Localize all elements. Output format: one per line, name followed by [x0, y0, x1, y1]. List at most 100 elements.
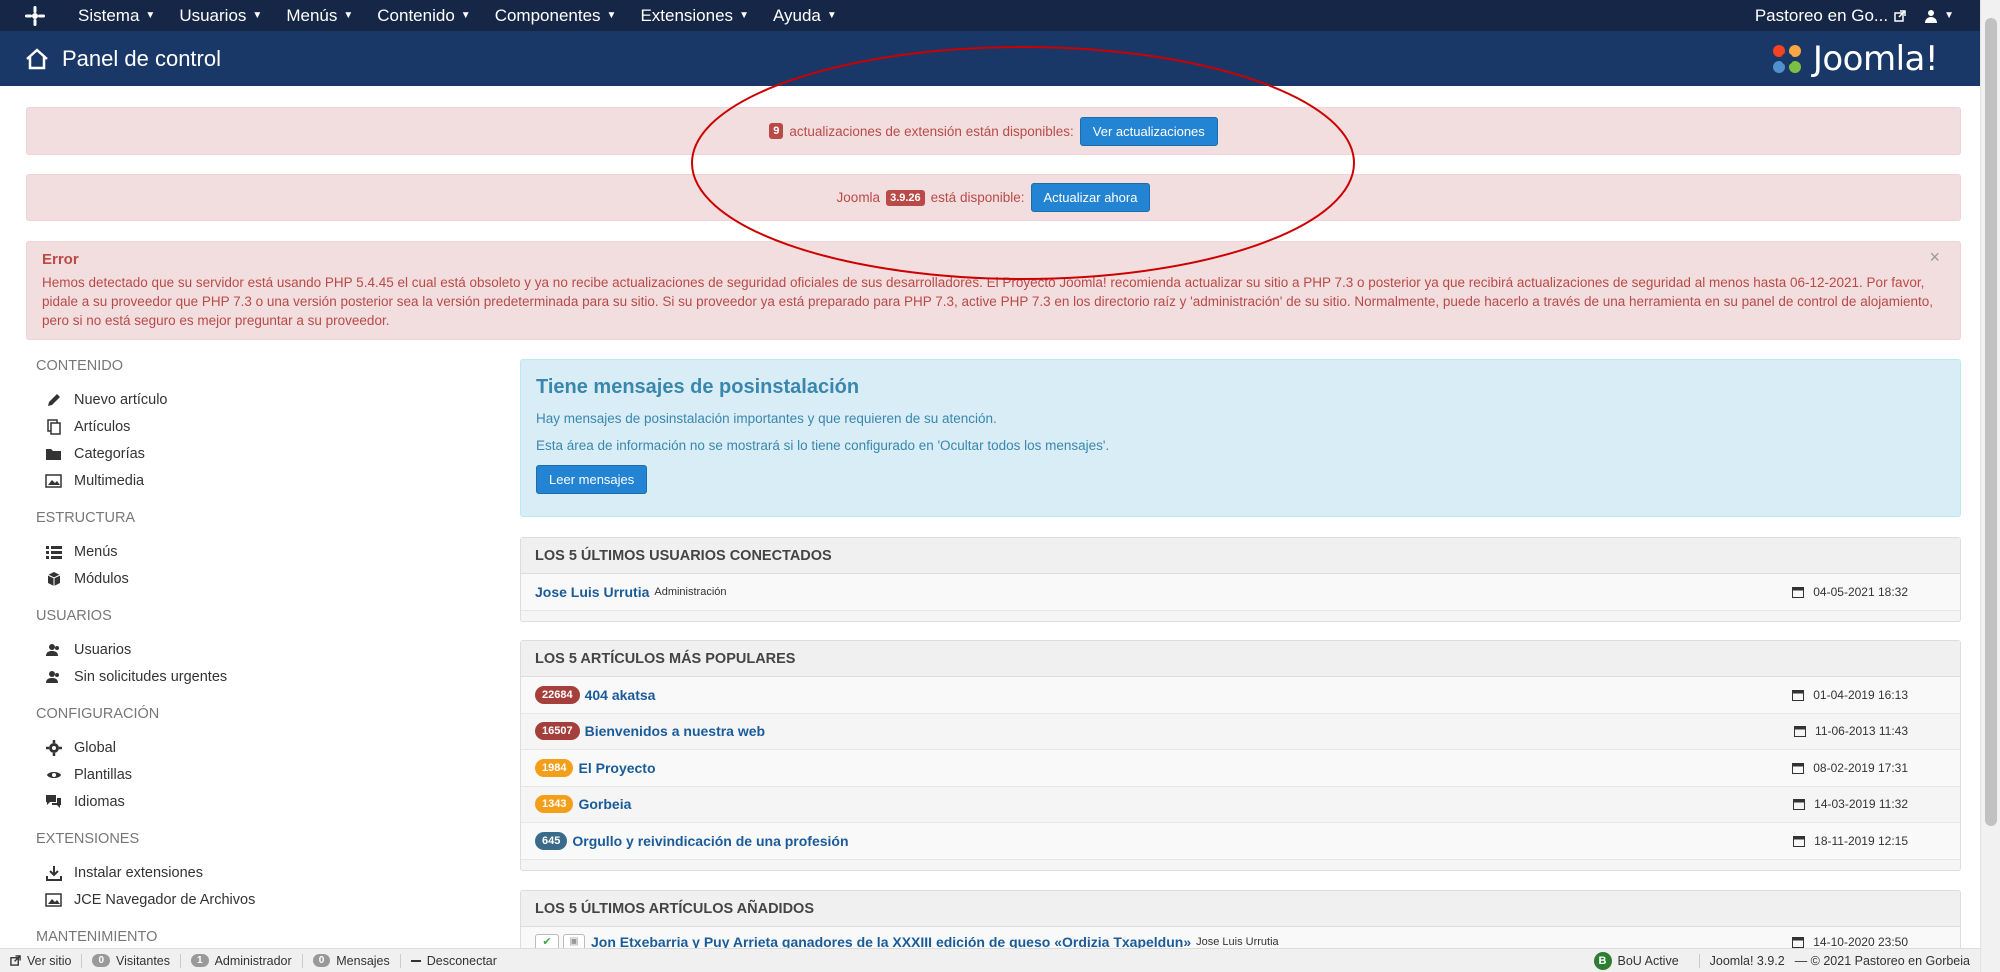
view-updates-button[interactable]: Ver actualizaciones [1079, 116, 1218, 146]
sidebar-item-label: Nuevo artículo [74, 391, 168, 408]
article-link[interactable]: El Proyecto [578, 760, 655, 776]
bou-status[interactable]: B BoU Active [1584, 951, 1689, 970]
sidebar-item-plantillas[interactable]: Plantillas [36, 761, 466, 788]
menu-label: Ayuda [772, 5, 821, 25]
calendar-icon [1792, 762, 1805, 774]
visitors-link[interactable]: 0 Visitantes [82, 954, 180, 968]
caret-down-icon: ▼ [739, 10, 749, 21]
user-name-link[interactable]: Jose Luis Urrutia [535, 584, 649, 600]
logout-label: Desconectar [426, 953, 497, 968]
sidebar-item-label: Multimedia [74, 472, 145, 489]
sidebar-section-mantenimiento: MANTENIMIENTO [36, 929, 466, 945]
table-row: 1984 El Proyecto 08-02-2019 17:31 [521, 750, 1960, 787]
table-row: Jose Luis Urrutia Administración 04-05-2… [521, 574, 1960, 611]
menu-ayuda[interactable]: Ayuda ▼ [761, 6, 849, 26]
article-link[interactable]: Gorbeia [578, 796, 631, 812]
article-link[interactable]: Bienvenidos a nuestra web [585, 723, 766, 739]
close-icon[interactable]: × [1929, 248, 1940, 267]
calendar-icon [1792, 936, 1805, 948]
read-messages-button[interactable]: Leer mensajes [536, 465, 648, 494]
admins-count-badge: 1 [191, 954, 209, 967]
sidebar-item-global[interactable]: Global [36, 734, 466, 761]
user-role: Administración [654, 585, 727, 598]
article-link[interactable]: 404 akatsa [585, 687, 656, 703]
module-spacer [521, 860, 1960, 870]
joomla-update-text: está disponible: [930, 190, 1025, 205]
latest-articles-module: LOS 5 ÚLTIMOS ARTÍCULOS AÑADIDOS ✔ ▣ Jon… [520, 890, 1961, 950]
sidebar-item-nuevo-articulo[interactable]: Nuevo artículo [36, 386, 466, 413]
user-menu[interactable]: ▼ [1924, 9, 1980, 23]
sidebar-section-title: CONTENIDO [36, 358, 123, 374]
caret-down-icon: ▼ [826, 10, 837, 21]
caret-down-icon: ▼ [145, 10, 156, 21]
sidebar-item-categorias[interactable]: Categorías [36, 440, 466, 467]
sidebar-item-usuarios[interactable]: Usuarios [36, 636, 466, 663]
eye-icon [45, 766, 62, 783]
sidebar-item-modulos[interactable]: Módulos [36, 565, 466, 592]
caret-down-icon: ▼ [1944, 10, 1954, 21]
sidebar-item-label: Módulos [74, 570, 129, 587]
table-row: 22684 404 akatsa 01-04-2019 16:13 [521, 677, 1960, 714]
row-date: 14-03-2019 11:32 [1793, 797, 1908, 811]
error-message: Hemos detectado que su servidor está usa… [42, 275, 1933, 328]
sidebar-item-multimedia[interactable]: Multimedia [36, 467, 466, 494]
sidebar-item-label: Sin solicitudes urgentes [74, 668, 228, 685]
image-icon [45, 891, 62, 908]
sidebar-item-articulos[interactable]: Artículos [36, 413, 466, 440]
date-text: 08-02-2019 17:31 [1813, 760, 1908, 775]
table-row: 16507 Bienvenidos a nuestra web 11-06-20… [521, 713, 1960, 750]
logout-link[interactable]: Desconectar [401, 954, 507, 968]
sidebar-item-jce[interactable]: JCE Navegador de Archivos [36, 886, 466, 913]
view-site-link[interactable]: Ver sitio [0, 954, 81, 968]
joomla-update-alert: Joomla 3.9.26 está disponible: Actualiza… [26, 174, 1961, 221]
menu-extensiones[interactable]: Extensiones ▼ [628, 6, 761, 26]
module-title: LOS 5 ÚLTIMOS USUARIOS CONECTADOS [521, 538, 1960, 574]
visitors-label: Visitantes [116, 953, 170, 968]
sidebar-section-title: ESTRUCTURA [36, 510, 136, 526]
sidebar-item-instalar[interactable]: Instalar extensiones [36, 859, 466, 886]
joomla-brand-logo: Joomla! [1767, 38, 1939, 79]
admins-link[interactable]: 1 Administrador [181, 954, 302, 968]
module-spacer [521, 611, 1960, 621]
postinstall-line2: Esta área de información no se mostrará … [536, 438, 1110, 453]
sidebar-item-idiomas[interactable]: Idiomas [36, 788, 466, 815]
menu-componentes[interactable]: Componentes ▼ [483, 6, 629, 26]
menu-menus[interactable]: Menús ▼ [274, 6, 365, 26]
page-scrollbar[interactable] [1980, 0, 2000, 972]
date-text: 01-04-2019 16:13 [1813, 687, 1908, 702]
article-link[interactable]: Orgullo y reivindicación de una profesió… [572, 833, 848, 849]
joomla-icon[interactable] [18, 0, 52, 31]
scrollbar-thumb[interactable] [1985, 18, 1997, 826]
download-icon [45, 864, 62, 881]
page-title: Panel de control [62, 45, 221, 71]
bou-label: BoU Active [1617, 953, 1679, 968]
sidebar-item-menus[interactable]: Menús [36, 538, 466, 565]
sidebar-item-label: Global [74, 739, 116, 756]
table-row: ✔ ▣ Jon Etxebarria y Puy Arrieta ganador… [521, 927, 1960, 949]
postinstall-line1: Hay mensajes de posinstalación important… [536, 411, 997, 426]
update-now-button[interactable]: Actualizar ahora [1030, 183, 1151, 212]
date-text: 04-05-2021 18:32 [1813, 584, 1908, 599]
page-header: Panel de control Joomla! [0, 31, 1980, 86]
cube-icon [45, 570, 62, 587]
messages-link[interactable]: 0 Mensajes [303, 954, 400, 968]
hits-badge: 1343 [535, 795, 574, 814]
caret-down-icon: ▼ [606, 10, 617, 21]
hits-badge: 1984 [535, 758, 574, 777]
sidebar-item-label: Plantillas [74, 766, 133, 783]
menu-label: Sistema [78, 5, 140, 25]
module-title: LOS 5 ARTÍCULOS MÁS POPULARES [521, 641, 1960, 677]
brand-text: Joomla! [1812, 38, 1939, 79]
version-badge: 3.9.26 [886, 189, 925, 206]
row-date: 01-04-2019 16:13 [1792, 688, 1908, 702]
date-text: 14-03-2019 11:32 [1814, 797, 1908, 812]
menu-usuarios[interactable]: Usuarios ▼ [167, 6, 274, 26]
site-link[interactable]: Pastoreo en Go... [1755, 6, 1924, 26]
sidebar-item-sin-solicitudes[interactable]: Sin solicitudes urgentes [36, 663, 466, 690]
calendar-icon [1793, 835, 1806, 847]
sidebar-item-label: JCE Navegador de Archivos [74, 891, 256, 908]
visitors-count-badge: 0 [92, 954, 111, 967]
menu-sistema[interactable]: Sistema ▼ [66, 6, 167, 26]
gear-icon [45, 739, 62, 756]
menu-contenido[interactable]: Contenido ▼ [365, 6, 482, 26]
